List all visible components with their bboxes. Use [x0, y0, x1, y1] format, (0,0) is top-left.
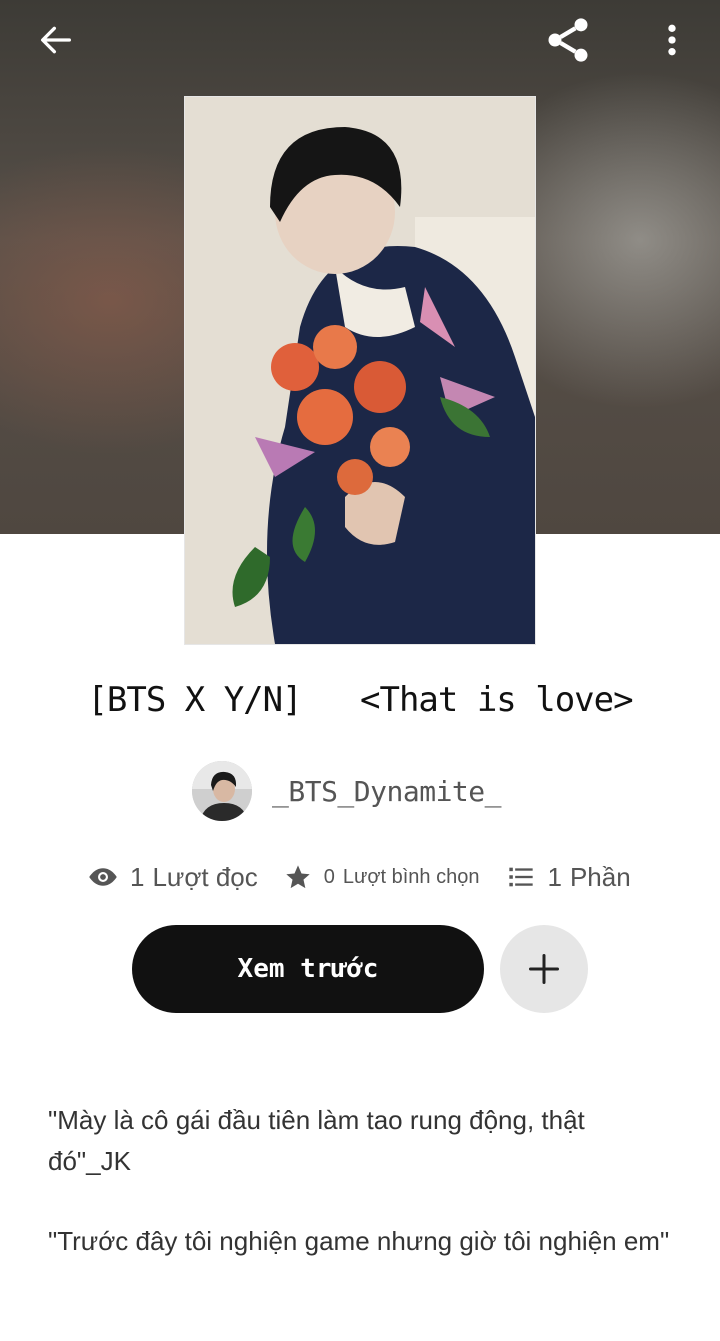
more-options-button[interactable] [644, 12, 700, 68]
story-stats: 1 Lượt đọc 0 Lượt bình chọn 1 Phần [88, 856, 631, 898]
parts-label: Phần [569, 861, 631, 892]
stat-parts: 1 Phần [507, 861, 631, 893]
share-button[interactable] [540, 12, 596, 68]
add-to-library-button[interactable] [500, 925, 588, 1013]
description-paragraph: "Trước đây tôi nghiện game nhưng giờ tôi… [48, 1226, 670, 1256]
votes-label: Lượt bình chọn [342, 865, 480, 888]
reads-count: 1 [130, 861, 145, 892]
parts-count: 1 [547, 861, 562, 892]
story-description: "Mày là cô gái đầu tiên làm tao rung độn… [48, 1100, 672, 1301]
star-icon [284, 863, 312, 891]
cover-photo [185, 97, 535, 644]
story-cover-image[interactable] [184, 96, 536, 645]
back-button[interactable] [28, 12, 84, 68]
eye-icon [88, 862, 118, 892]
stat-votes: 0 Lượt bình chọn [284, 863, 480, 891]
description-paragraph: "Mày là cô gái đầu tiên làm tao rung độn… [48, 1105, 585, 1176]
author-name[interactable]: _BTS_Dynamite_ [272, 775, 502, 808]
votes-count: 0 [323, 865, 335, 888]
more-vertical-icon [668, 24, 676, 56]
author-avatar[interactable] [192, 761, 252, 821]
reads-label: Lượt đọc [152, 861, 258, 892]
arrow-left-icon [41, 26, 72, 54]
plus-icon [529, 954, 559, 984]
share-icon [548, 18, 588, 62]
author-row[interactable]: _BTS_Dynamite_ [192, 760, 502, 822]
list-icon [507, 863, 535, 891]
story-title: [BTS X Y/N] <That is love> [87, 680, 633, 720]
stat-reads: 1 Lượt đọc [88, 862, 258, 893]
preview-button[interactable]: Xem trước [132, 925, 484, 1013]
